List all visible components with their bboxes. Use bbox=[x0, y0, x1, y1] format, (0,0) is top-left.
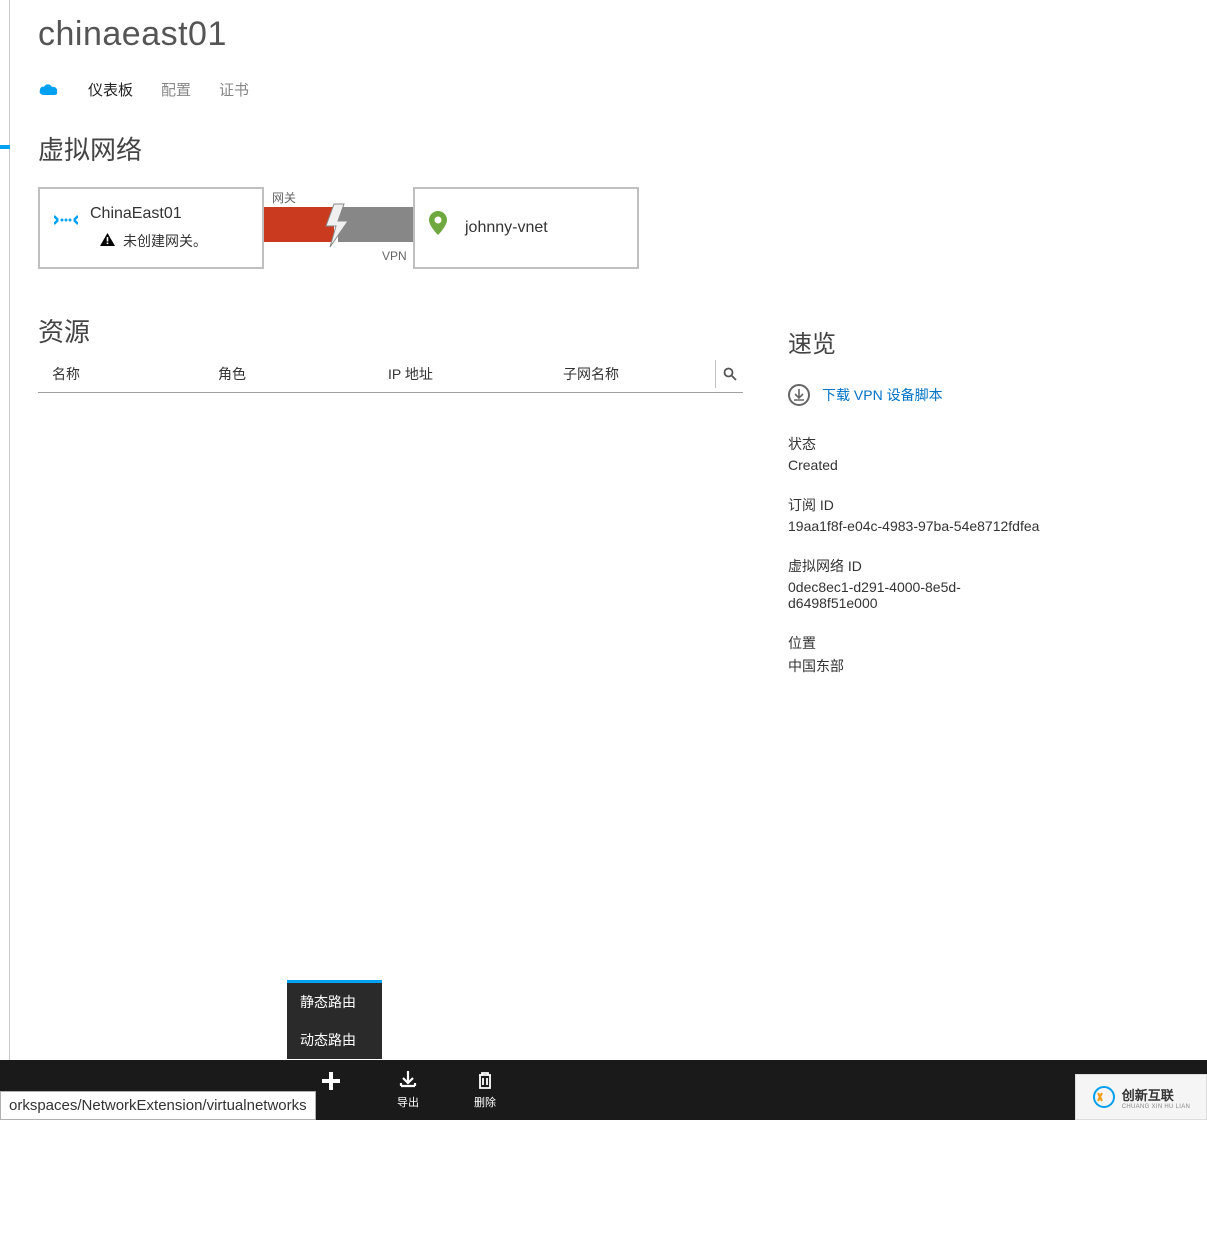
gateway-warning-text: 未创建网关。 bbox=[123, 231, 207, 251]
left-rail-accent bbox=[0, 145, 10, 149]
search-button[interactable] bbox=[715, 360, 743, 388]
section-overview: 速览 bbox=[788, 324, 1048, 359]
disconnected-bolt-icon bbox=[324, 199, 354, 254]
local-vnet-name: ChinaEast01 bbox=[90, 205, 250, 223]
tab-bar: 仪表板 配置 证书 bbox=[38, 79, 1207, 100]
vnet-icon bbox=[54, 211, 78, 234]
export-button[interactable]: 导出 bbox=[397, 1070, 419, 1110]
routing-popup-menu: 静态路由 动态路由 bbox=[287, 980, 382, 1059]
warning-icon bbox=[100, 233, 115, 249]
trash-icon bbox=[477, 1070, 493, 1090]
subscription-id-label: 订阅 ID bbox=[788, 495, 1048, 515]
section-virtual-network: 虚拟网络 bbox=[38, 130, 1207, 167]
bottom-whitespace bbox=[0, 1120, 1207, 1252]
download-link-text: 下载 VPN 设备脚本 bbox=[822, 385, 943, 405]
vpn-label: VPN bbox=[382, 249, 407, 263]
export-label: 导出 bbox=[397, 1094, 419, 1110]
th-name[interactable]: 名称 bbox=[38, 364, 218, 384]
delete-label: 删除 bbox=[474, 1094, 496, 1110]
popup-dynamic-routing[interactable]: 动态路由 bbox=[287, 1021, 382, 1059]
vnet-id-label: 虚拟网络 ID bbox=[788, 556, 1048, 576]
logo-subtext: CHUANG XIN HU LIAN bbox=[1122, 1104, 1190, 1110]
download-circle-icon bbox=[788, 384, 810, 406]
watermark-logo: 创新互联 CHUANG XIN HU LIAN bbox=[1075, 1074, 1207, 1120]
location-pin-icon bbox=[429, 211, 447, 240]
remote-vnet-name: johnny-vnet bbox=[465, 219, 625, 237]
tab-configure[interactable]: 配置 bbox=[161, 79, 191, 100]
th-role[interactable]: 角色 bbox=[218, 364, 388, 384]
resources-table-header: 名称 角色 IP 地址 子网名称 bbox=[38, 364, 743, 393]
overview-panel: 速览 下载 VPN 设备脚本 状态 Created 订阅 ID 19aa1f8f… bbox=[788, 324, 1048, 676]
th-ip[interactable]: IP 地址 bbox=[388, 364, 563, 384]
delete-button[interactable]: 删除 bbox=[474, 1070, 496, 1110]
location-value: 中国东部 bbox=[788, 656, 1048, 676]
status-value: Created bbox=[788, 457, 1048, 473]
breadcrumb-path: orkspaces/NetworkExtension/virtualnetwor… bbox=[0, 1091, 316, 1120]
gateway-label: 网关 bbox=[272, 189, 296, 206]
export-icon bbox=[399, 1070, 417, 1090]
left-rail bbox=[0, 0, 10, 1060]
remote-vnet-box[interactable]: johnny-vnet bbox=[413, 187, 639, 269]
plus-icon bbox=[320, 1070, 342, 1092]
tab-certificates[interactable]: 证书 bbox=[219, 79, 249, 100]
cloud-icon bbox=[38, 82, 60, 97]
local-vnet-box[interactable]: ChinaEast01 未创建网关。 bbox=[38, 187, 264, 269]
search-icon bbox=[723, 367, 737, 381]
page-title: chinaeast01 bbox=[38, 15, 1207, 54]
popup-static-routing[interactable]: 静态路由 bbox=[287, 983, 382, 1021]
add-button[interactable] bbox=[320, 1070, 342, 1110]
network-diagram: ChinaEast01 未创建网关。 网关 VPN bbox=[38, 187, 738, 277]
tab-dashboard[interactable]: 仪表板 bbox=[88, 79, 133, 100]
location-label: 位置 bbox=[788, 633, 1048, 653]
download-vpn-script-link[interactable]: 下载 VPN 设备脚本 bbox=[788, 384, 1048, 406]
subscription-id-value: 19aa1f8f-e04c-4983-97ba-54e8712fdfea bbox=[788, 518, 1048, 534]
logo-icon bbox=[1092, 1085, 1116, 1109]
vnet-id-value: 0dec8ec1-d291-4000-8e5d-d6498f51e000 bbox=[788, 579, 1048, 611]
logo-text: 创新互联 bbox=[1122, 1085, 1190, 1104]
section-resources: 资源 bbox=[38, 312, 748, 349]
status-label: 状态 bbox=[788, 434, 1048, 454]
